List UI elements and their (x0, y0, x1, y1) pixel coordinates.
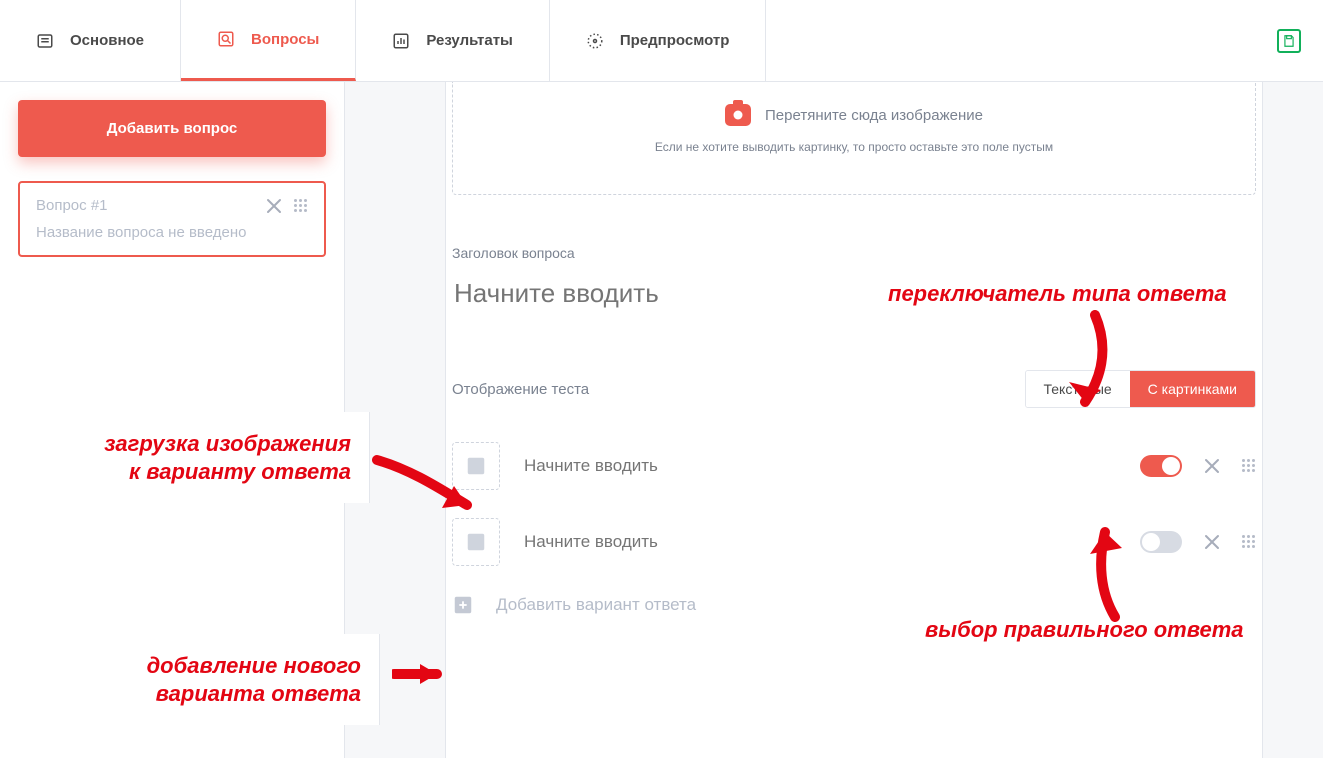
tab-main[interactable]: Основное (0, 0, 181, 81)
title-label: Заголовок вопроса (452, 245, 1256, 261)
plus-icon (452, 594, 474, 616)
drag-handle-icon[interactable] (1242, 535, 1256, 549)
dropzone-text: Перетяните сюда изображение (765, 107, 983, 124)
tab-main-label: Основное (70, 32, 144, 49)
add-question-button[interactable]: Добавить вопрос (18, 100, 326, 157)
tab-questions[interactable]: Вопросы (181, 0, 356, 81)
question-card[interactable]: Вопрос #1 Название вопроса не введено (18, 181, 326, 257)
answer-row (452, 442, 1256, 490)
question-card-subtitle: Название вопроса не введено (36, 224, 308, 241)
image-icon (465, 531, 487, 553)
add-answer-label: Добавить вариант ответа (496, 595, 696, 615)
answer-type-switch: Текстовые С картинками (1025, 370, 1257, 408)
tab-questions-label: Вопросы (251, 31, 319, 48)
question-title-input[interactable] (452, 277, 1256, 310)
correct-answer-toggle[interactable] (1140, 455, 1182, 477)
delete-answer-icon[interactable] (1204, 458, 1220, 474)
drag-handle-icon[interactable] (1242, 459, 1256, 473)
editor-area: Перетяните сюда изображение Если не хоти… (345, 82, 1323, 758)
add-answer-button[interactable]: Добавить вариант ответа (452, 594, 1256, 616)
answer-image-upload[interactable] (452, 518, 500, 566)
delete-answer-icon[interactable] (1204, 534, 1220, 550)
tab-results-label: Результаты (426, 32, 512, 49)
tab-preview-label: Предпросмотр (620, 32, 730, 49)
eye-icon (586, 32, 604, 50)
answer-row (452, 518, 1256, 566)
list-icon (36, 32, 54, 50)
answer-text-input[interactable] (522, 531, 1118, 553)
drag-handle-icon[interactable] (294, 199, 308, 213)
delete-question-icon[interactable] (266, 198, 282, 214)
answer-type-images[interactable]: С картинками (1130, 371, 1255, 407)
answer-image-upload[interactable] (452, 442, 500, 490)
answer-type-text[interactable]: Текстовые (1026, 371, 1130, 407)
top-tabs: Основное Вопросы Результаты Предпросмотр (0, 0, 1323, 82)
save-button[interactable] (1277, 29, 1301, 53)
camera-icon (725, 104, 751, 126)
save-icon (1282, 34, 1296, 48)
answer-text-input[interactable] (522, 455, 1118, 477)
image-dropzone[interactable]: Перетяните сюда изображение Если не хоти… (452, 82, 1256, 195)
bar-chart-icon (392, 32, 410, 50)
search-page-icon (217, 30, 235, 48)
image-icon (465, 455, 487, 477)
display-label: Отображение теста (452, 381, 589, 398)
tab-preview[interactable]: Предпросмотр (550, 0, 767, 81)
questions-sidebar: Добавить вопрос Вопрос #1 Название вопро… (0, 82, 345, 758)
question-card-title: Вопрос #1 (36, 197, 266, 214)
correct-answer-toggle[interactable] (1140, 531, 1182, 553)
dropzone-hint: Если не хотите выводить картинку, то про… (473, 140, 1235, 154)
tab-results[interactable]: Результаты (356, 0, 549, 81)
